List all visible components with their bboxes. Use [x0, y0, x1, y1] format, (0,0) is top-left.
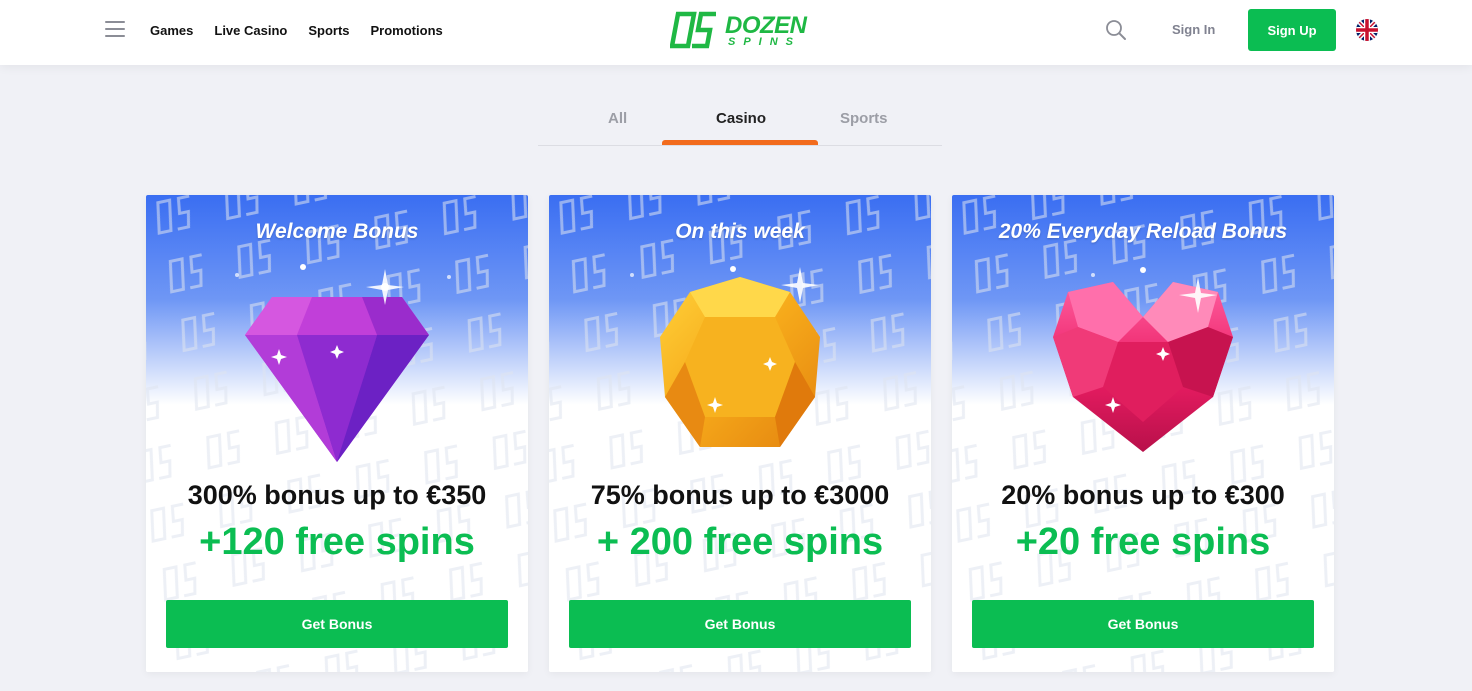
tab-casino[interactable]: Casino — [716, 110, 766, 127]
active-tab-indicator — [662, 140, 818, 145]
tab-all[interactable]: All — [608, 110, 627, 127]
free-spins: + 200 free spins — [596, 521, 884, 563]
sign-up-button[interactable]: Sign Up — [1248, 9, 1336, 51]
nav-games[interactable]: Games — [150, 23, 193, 38]
free-spins: +20 free spins — [1015, 521, 1271, 563]
bonus-amount: 300% bonus up to €350 — [187, 480, 487, 510]
bonus-card-welcome: Welcome Bonus 300% bonus up to €350 +120… — [146, 195, 528, 672]
gold-gem-icon — [630, 266, 820, 447]
nav-sports[interactable]: Sports — [308, 23, 349, 38]
get-bonus-button[interactable]: Get Bonus — [972, 600, 1314, 648]
nav-promotions[interactable]: Promotions — [371, 23, 443, 38]
card-title: Welcome Bonus — [255, 220, 419, 243]
main-nav: Games Live Casino Sports Promotions — [150, 0, 443, 60]
promo-tabs: All Casino Sports — [538, 96, 942, 146]
bonus-card-reload: 20% Everyday Reload Bonus 20% bonus up t… — [952, 195, 1334, 672]
card-title: 20% Everyday Reload Bonus — [998, 220, 1288, 243]
search-icon[interactable] — [1105, 19, 1127, 41]
bonus-amount: 75% bonus up to €3000 — [590, 480, 890, 510]
card-title: On this week — [675, 220, 805, 243]
tab-sports[interactable]: Sports — [840, 110, 888, 127]
site-logo[interactable]: DOZEN SPINS — [670, 10, 812, 52]
free-spins: +120 free spins — [199, 521, 475, 563]
purple-diamond-icon — [235, 264, 451, 462]
logo-text-bottom: SPINS — [728, 36, 802, 48]
uk-flag-icon[interactable] — [1356, 19, 1378, 41]
logo-mark-icon — [670, 11, 716, 49]
pink-heart-gem-icon — [1053, 267, 1233, 452]
bonus-amount: 20% bonus up to €300 — [1001, 480, 1285, 510]
bonus-card-weekly: On this week 75% bonus up to €3000 + 200… — [549, 195, 931, 672]
get-bonus-button[interactable]: Get Bonus — [569, 600, 911, 648]
menu-icon[interactable] — [105, 21, 125, 39]
site-header: Games Live Casino Sports Promotions DOZE… — [0, 0, 1472, 65]
nav-live-casino[interactable]: Live Casino — [214, 23, 287, 38]
sign-in-link[interactable]: Sign In — [1172, 22, 1215, 37]
get-bonus-button[interactable]: Get Bonus — [166, 600, 508, 648]
